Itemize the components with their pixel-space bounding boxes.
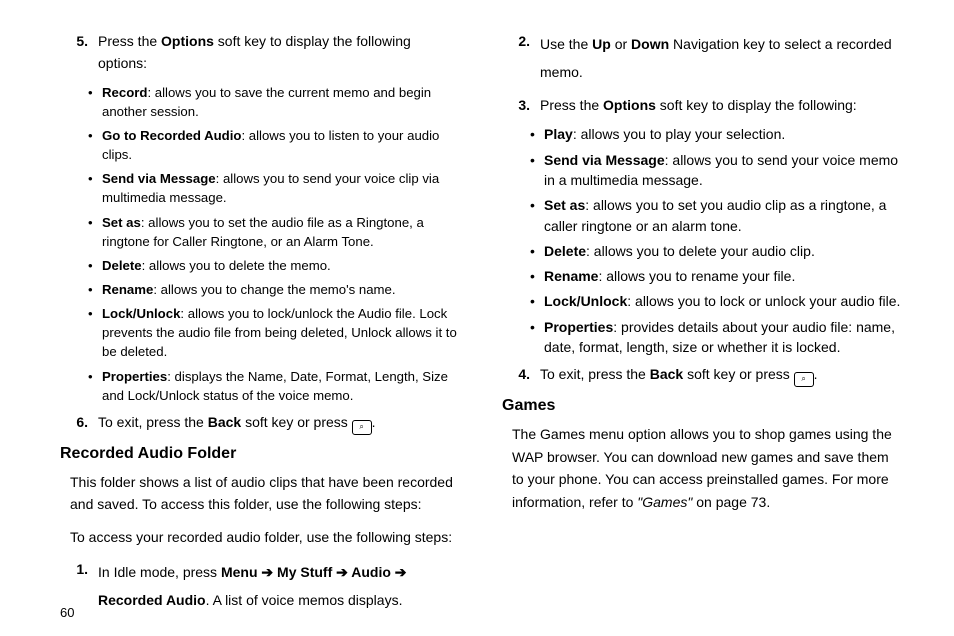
step-text: To exit, press the Back soft key or pres…: [98, 411, 462, 435]
step-number: 5.: [60, 30, 98, 75]
step-number: 6.: [60, 411, 98, 435]
option-lock: •Lock/Unlock: allows you to lock or unlo…: [530, 291, 904, 311]
paragraph: This folder shows a list of audio clips …: [70, 471, 462, 516]
heading-recorded-audio: Recorded Audio Folder: [60, 445, 462, 463]
paragraph: The Games menu option allows you to shop…: [512, 423, 904, 513]
option-lock: •Lock/Unlock: allows you to lock/unlock …: [88, 304, 462, 361]
step-4: 4. To exit, press the Back soft key or p…: [502, 363, 904, 387]
right-column: 2. Use the Up or Down Navigation key to …: [502, 30, 904, 626]
end-key-icon: ⌕: [352, 420, 372, 435]
page-number: 60: [60, 605, 74, 620]
left-column: 5. Press the Options soft key to display…: [60, 30, 462, 626]
step-3: 3. Press the Options soft key to display…: [502, 94, 904, 116]
option-goto-recorded: •Go to Recorded Audio: allows you to lis…: [88, 126, 462, 164]
paragraph: To access your recorded audio folder, us…: [70, 526, 462, 548]
heading-games: Games: [502, 397, 904, 415]
step-text: Use the Up or Down Navigation key to sel…: [540, 30, 904, 86]
step-text: Press the Options soft key to display th…: [540, 94, 904, 116]
step-2: 2. Use the Up or Down Navigation key to …: [502, 30, 904, 86]
option-rename: •Rename: allows you to change the memo's…: [88, 280, 462, 299]
option-send-msg: •Send via Message: allows you to send yo…: [88, 169, 462, 207]
step-text: To exit, press the Back soft key or pres…: [540, 363, 904, 387]
option-set-as: •Set as: allows you to set the audio fil…: [88, 213, 462, 251]
step-5: 5. Press the Options soft key to display…: [60, 30, 462, 75]
option-properties: •Properties: displays the Name, Date, Fo…: [88, 367, 462, 405]
options-list-right: •Play: allows you to play your selection…: [530, 124, 904, 357]
step-1: 1. In Idle mode, press Menu ➔ My Stuff ➔…: [60, 558, 462, 614]
option-delete: •Delete: allows you to delete the memo.: [88, 256, 462, 275]
step-6: 6. To exit, press the Back soft key or p…: [60, 411, 462, 435]
option-play: •Play: allows you to play your selection…: [530, 124, 904, 144]
step-number: 2.: [502, 30, 540, 86]
option-record: •Record: allows you to save the current …: [88, 83, 462, 121]
option-properties: •Properties: provides details about your…: [530, 317, 904, 358]
step-text: Press the Options soft key to display th…: [98, 30, 462, 75]
end-key-icon: ⌕: [794, 372, 814, 387]
step-number: 3.: [502, 94, 540, 116]
step-number: 4.: [502, 363, 540, 387]
option-send-msg: •Send via Message: allows you to send yo…: [530, 150, 904, 191]
option-rename: •Rename: allows you to rename your file.: [530, 266, 904, 286]
step-text: In Idle mode, press Menu ➔ My Stuff ➔ Au…: [98, 558, 462, 614]
options-list-left: •Record: allows you to save the current …: [88, 83, 462, 405]
option-delete: •Delete: allows you to delete your audio…: [530, 241, 904, 261]
option-set-as: •Set as: allows you to set you audio cli…: [530, 195, 904, 236]
